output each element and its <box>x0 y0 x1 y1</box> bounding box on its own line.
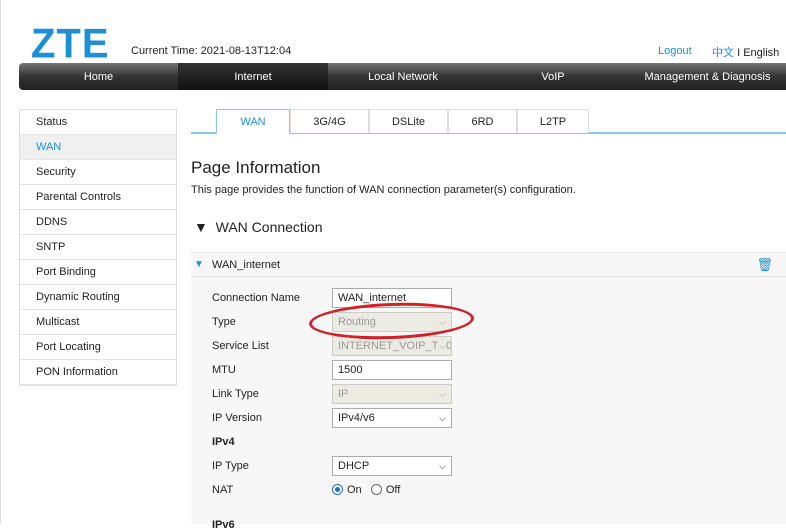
sidebar-item-parental-controls[interactable]: Parental Controls <box>20 185 176 210</box>
page-title: Page Information <box>191 158 321 177</box>
connection-header[interactable]: ▼ WAN_internet 🗑 <box>191 253 786 277</box>
nat-radio-group: On Off <box>332 484 400 496</box>
nav-voip[interactable]: VoIP <box>478 63 628 90</box>
label-service-list: Service List <box>212 340 269 352</box>
label-link-type: Link Type <box>212 388 259 400</box>
chevron-down-icon: ⌵ <box>439 413 446 423</box>
tab-bar: WAN 3G/4G DSLite 6RD L2TP <box>191 109 786 135</box>
nat-on-radio[interactable] <box>332 484 343 495</box>
language-switch: 中文 I English <box>712 44 779 60</box>
sidebar-item-pon-information[interactable]: PON Information <box>20 360 176 385</box>
wan-connection-panel: ▼ WAN_internet 🗑 Connection Name WAN_inter… <box>191 252 786 531</box>
sidebar-item-multicast[interactable]: Multicast <box>20 310 176 335</box>
tab-3g4g[interactable]: 3G/4G <box>290 109 369 133</box>
nav-home[interactable]: Home <box>19 63 178 90</box>
tab-6rd[interactable]: 6RD <box>448 109 517 133</box>
service-list-value: INTERNET_VOIP_TR069 <box>338 340 452 352</box>
link-type-select[interactable]: IP ⌵ <box>332 384 452 404</box>
sidebar-item-sntp[interactable]: SNTP <box>20 235 176 260</box>
lang-separator: I <box>737 47 741 59</box>
mtu-input[interactable]: 1500 <box>332 360 452 380</box>
section-title: WAN Connection <box>215 219 323 235</box>
label-ip-version: IP Version <box>212 412 262 424</box>
lang-english[interactable]: English <box>743 47 779 59</box>
link-type-value: IP <box>338 388 349 400</box>
page-description: This page provides the function of WAN c… <box>191 184 576 196</box>
tab-wan[interactable]: WAN <box>216 109 290 135</box>
tab-dslite[interactable]: DSLite <box>369 109 448 133</box>
nav-management[interactable]: Management & Diagnosis <box>628 63 786 90</box>
nav-local-network[interactable]: Local Network <box>328 63 478 90</box>
service-list-select[interactable]: INTERNET_VOIP_TR069 ⌵ <box>332 336 452 356</box>
current-time: Current Time: 2021-08-13T12:04 <box>131 45 292 57</box>
trash-icon[interactable]: 🗑 <box>756 253 773 277</box>
logout-link[interactable]: Logout <box>658 45 692 57</box>
nat-off-label: Off <box>385 484 401 496</box>
sidebar-item-dynamic-routing[interactable]: Dynamic Routing <box>20 285 176 310</box>
label-type: Type <box>212 316 236 328</box>
label-mtu: MTU <box>212 364 236 376</box>
sidebar-item-port-binding[interactable]: Port Binding <box>20 260 176 285</box>
sidebar-item-port-locating[interactable]: Port Locating <box>20 335 176 360</box>
main-nav: Home Internet Local Network VoIP Managem… <box>19 63 786 90</box>
label-nat: NAT <box>212 484 234 496</box>
chevron-down-icon: ⌵ <box>439 461 446 471</box>
label-ip-type: IP Type <box>212 460 249 472</box>
sidebar-item-ddns[interactable]: DDNS <box>20 210 176 235</box>
chevron-down-icon: ⌵ <box>439 337 446 355</box>
ip-version-value: IPv4/v6 <box>338 412 375 424</box>
ip-type-value: DHCP <box>338 460 370 472</box>
sidebar-item-status[interactable]: Status <box>20 110 176 135</box>
label-connection-name: Connection Name <box>212 292 301 304</box>
nat-on-label: On <box>347 484 362 496</box>
tab-l2tp[interactable]: L2TP <box>517 109 589 133</box>
connection-title: WAN_internet <box>212 259 281 271</box>
ip-version-select[interactable]: IPv4/v6 ⌵ <box>332 408 452 428</box>
sidebar: Status WAN Security Parental Controls DD… <box>19 109 177 386</box>
expand-triangle-icon: ▼ <box>194 259 204 270</box>
nat-off-radio[interactable] <box>370 484 382 495</box>
collapse-triangle-icon: ▼ <box>194 219 208 235</box>
sidebar-item-security[interactable]: Security <box>20 160 176 185</box>
ipv6-heading: IPv6 <box>212 519 235 531</box>
zte-logo: ZTE <box>31 20 110 68</box>
chevron-down-icon: ⌵ <box>439 389 446 399</box>
lang-chinese[interactable]: 中文 <box>712 47 734 59</box>
wan-connection-section[interactable]: ▼ WAN Connection <box>194 219 323 235</box>
nav-internet[interactable]: Internet <box>178 63 328 90</box>
sidebar-item-wan[interactable]: WAN <box>20 135 176 160</box>
ip-type-select[interactable]: DHCP ⌵ <box>332 456 452 476</box>
ipv4-heading: IPv4 <box>212 436 235 448</box>
